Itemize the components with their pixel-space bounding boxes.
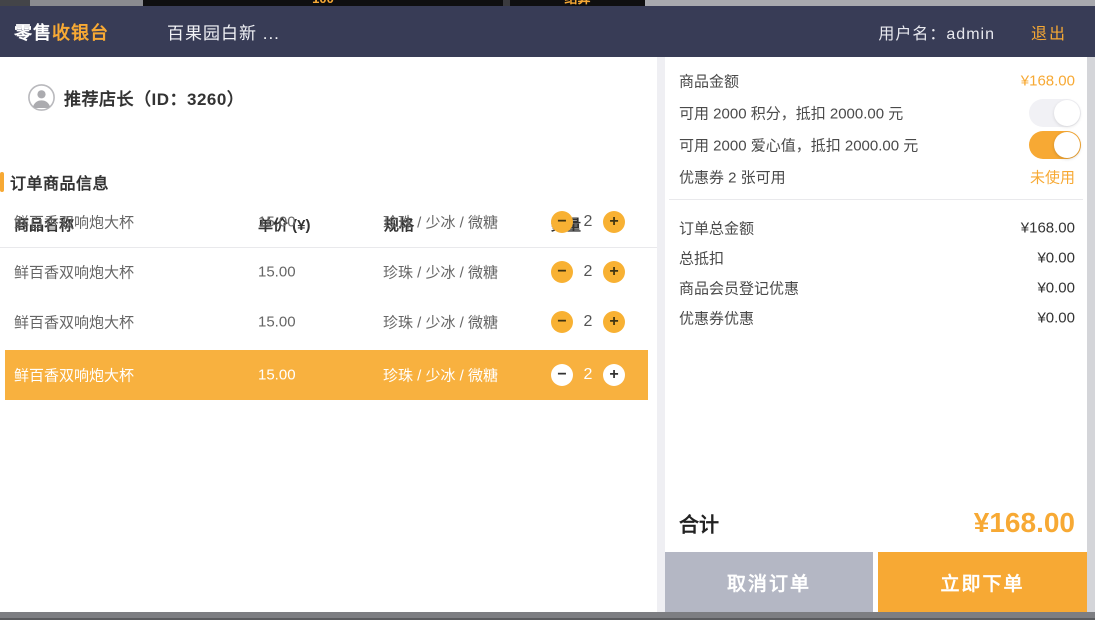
submit-order-button[interactable]: 立即下单	[878, 552, 1087, 612]
coupon-discount-value: ¥0.00	[1037, 310, 1075, 327]
section-header: 订单商品信息	[0, 171, 109, 193]
grand-total-row: 合计 ¥168.00	[665, 497, 1087, 549]
points-toggle[interactable]	[1029, 99, 1081, 127]
product-name: 鲜百香双响炮大杯	[14, 365, 134, 386]
background-right-edge	[1087, 57, 1095, 612]
summary-row: 可用 2000 积分，抵扣 2000.00 元	[665, 97, 1087, 129]
summary-row: 总抵扣 ¥0.00	[665, 243, 1087, 273]
product-spec: 珍珠 / 少冰 / 微糖	[383, 365, 498, 386]
member-discount-label: 商品会员登记优惠	[679, 278, 799, 299]
quantity-value: 2	[573, 213, 603, 231]
product-name: 鲜百香双响炮大杯	[14, 212, 134, 233]
goods-amount-value: ¥168.00	[1021, 73, 1075, 90]
section-accent-bar	[0, 172, 4, 192]
increase-button[interactable]: +	[603, 311, 625, 333]
coupon-status-link[interactable]: 未使用	[1030, 167, 1075, 188]
decrease-button[interactable]: −	[551, 364, 573, 386]
app-title-suffix: 收银台	[52, 23, 109, 43]
action-buttons: 取消订单 立即下单	[665, 552, 1087, 612]
app-title-prefix: 零售	[14, 23, 52, 43]
toggle-knob	[1054, 132, 1080, 158]
coupon-discount-label: 优惠券优惠	[679, 308, 754, 329]
product-spec: 珍珠 / 少冰 / 微糖	[383, 312, 498, 333]
app-title: 零售收银台	[14, 19, 109, 45]
product-price: 15.00	[258, 264, 296, 281]
table-row[interactable]: 鲜百香双响炮大杯 15.00 珍珠 / 少冰 / 微糖 − 2 +	[5, 297, 648, 347]
summary-divider	[669, 199, 1083, 200]
decrease-button[interactable]: −	[551, 211, 573, 233]
product-spec: 珍珠 / 少冰 / 微糖	[383, 262, 498, 283]
recommender-label: 推荐店长（ID：3260）	[64, 85, 244, 110]
summary-row: 优惠券优惠 ¥0.00	[665, 303, 1087, 333]
table-row[interactable]: 鲜百香双响炮大杯 15.00 珍珠 / 少冰 / 微糖 − 2 +	[5, 247, 648, 297]
increase-button[interactable]: +	[603, 364, 625, 386]
top-bar: 零售收银台 百果园白新 ... 用户名：admin 退出	[0, 6, 1095, 57]
logout-button[interactable]: 退出	[1031, 20, 1067, 44]
love-value-toggle[interactable]	[1029, 131, 1081, 159]
section-title: 订单商品信息	[10, 170, 109, 194]
summary-row: 商品会员登记优惠 ¥0.00	[665, 273, 1087, 303]
table-row[interactable]: 鲜百香双响炮大杯 15.00 珍珠 / 少冰 / 微糖 − 2 +	[5, 197, 648, 247]
quantity-stepper: − 2 +	[551, 197, 625, 247]
product-price: 15.00	[258, 214, 296, 231]
summary-row: 优惠券 2 张可用 未使用	[665, 161, 1087, 193]
background-bottom-edge	[0, 612, 1095, 620]
quantity-stepper: − 2 +	[551, 350, 625, 400]
grand-total-label: 合计	[679, 509, 719, 538]
order-summary-panel: 商品金额 ¥168.00 可用 2000 积分，抵扣 2000.00 元 可用 …	[665, 57, 1087, 612]
product-spec: 珍珠 / 少冰 / 微糖	[383, 212, 498, 233]
product-name: 鲜百香双响炮大杯	[14, 312, 134, 333]
quantity-value: 2	[573, 263, 603, 281]
toggle-knob	[1054, 100, 1080, 126]
product-price: 15.00	[258, 367, 296, 384]
grand-total-value: ¥168.00	[974, 507, 1075, 539]
order-total-value: ¥168.00	[1021, 220, 1075, 237]
summary-row: 可用 2000 爱心值，抵扣 2000.00 元	[665, 129, 1087, 161]
deduction-value: ¥0.00	[1037, 250, 1075, 267]
quantity-value: 2	[573, 313, 603, 331]
quantity-stepper: − 2 +	[551, 297, 625, 347]
summary-row: 商品金额 ¥168.00	[665, 65, 1087, 97]
avatar-icon	[28, 84, 55, 111]
cancel-order-button[interactable]: 取消订单	[665, 552, 873, 612]
decrease-button[interactable]: −	[551, 311, 573, 333]
decrease-button[interactable]: −	[551, 261, 573, 283]
table-row-selected[interactable]: 鲜百香双响炮大杯 15.00 珍珠 / 少冰 / 微糖 − 2 +	[5, 350, 648, 400]
summary-row: 订单总金额 ¥168.00	[665, 213, 1087, 243]
store-name: 百果园白新 ...	[167, 19, 280, 44]
summary-label: 商品金额	[679, 71, 739, 92]
top-bar-right: 用户名：admin 退出	[878, 20, 1095, 44]
username-label: 用户名：admin	[878, 20, 995, 44]
quantity-stepper: − 2 +	[551, 247, 625, 297]
increase-button[interactable]: +	[603, 261, 625, 283]
member-discount-value: ¥0.00	[1037, 280, 1075, 297]
coupon-label: 优惠券 2 张可用	[679, 167, 786, 188]
quantity-value: 2	[573, 366, 603, 384]
product-price: 15.00	[258, 314, 296, 331]
product-name: 鲜百香双响炮大杯	[14, 262, 134, 283]
recommender-row: 推荐店长（ID：3260）	[28, 83, 244, 111]
increase-button[interactable]: +	[603, 211, 625, 233]
points-label: 可用 2000 积分，抵扣 2000.00 元	[679, 103, 903, 124]
deduction-label: 总抵扣	[679, 248, 724, 269]
order-total-label: 订单总金额	[679, 218, 754, 239]
love-value-label: 可用 2000 爱心值，抵扣 2000.00 元	[679, 135, 918, 156]
order-items-panel: 推荐店长（ID：3260） 订单商品信息 商品名称 单价 (¥) 规格 数量 鲜…	[0, 57, 657, 612]
